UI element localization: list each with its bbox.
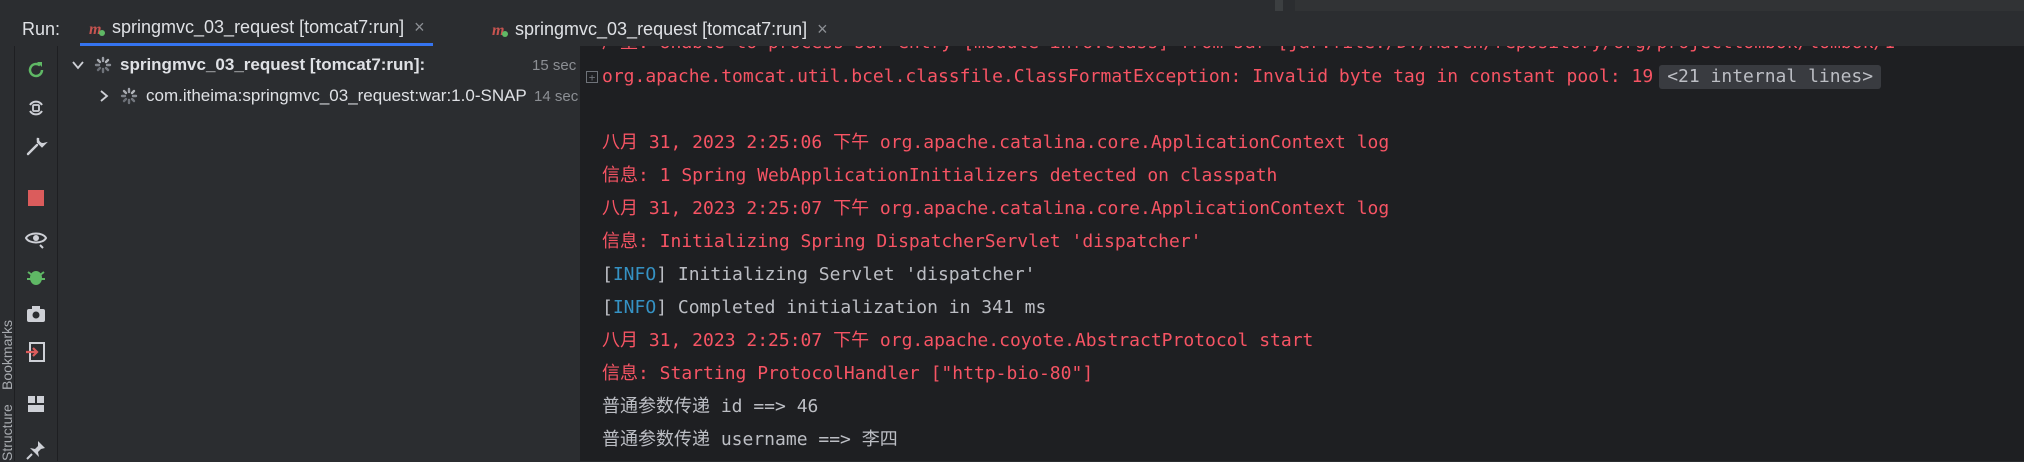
run-tree: springmvc_03_request [tomcat7:run]: 15 s…	[58, 46, 582, 461]
loading-spinner-icon	[120, 87, 138, 105]
close-icon[interactable]: ×	[414, 17, 425, 38]
console-line: 八月 31, 2023 2:25:07 下午 org.apache.catali…	[602, 198, 1390, 219]
tree-child-time: 14 sec	[532, 88, 579, 105]
tree-root-time: 15 sec	[532, 57, 577, 74]
toggle-auto-test-icon[interactable]	[24, 96, 48, 120]
fold-expand-icon[interactable]: +	[586, 71, 598, 83]
info-tag: INFO	[612, 264, 657, 285]
tree-child-row[interactable]: com.itheima:springmvc_03_request:war:1.0…	[96, 82, 526, 110]
run-toolbar	[15, 46, 58, 461]
console-line-cut: 严重: Unable to process Jar entry [module-…	[602, 46, 1895, 56]
tab-label: springmvc_03_request [tomcat7:run]	[112, 17, 405, 37]
bookmarks-side-tab[interactable]: Bookmarks	[0, 320, 15, 390]
rerun-icon[interactable]	[24, 58, 48, 82]
console-line: [INFO] Initializing Servlet 'dispatcher'	[602, 262, 1036, 288]
exception-text: org.apache.tomcat.util.bcel.classfile.Cl…	[602, 66, 1654, 87]
chevron-down-icon[interactable]	[70, 57, 86, 73]
debug-bug-icon[interactable]	[24, 264, 48, 288]
structure-side-tab[interactable]: Structure	[0, 404, 15, 461]
pin-icon[interactable]	[24, 438, 48, 462]
tab-run-config-1[interactable]: m springmvc_03_request [tomcat7:run] ×	[80, 12, 433, 46]
bracket-open: [	[602, 264, 613, 285]
tab-run-config-2[interactable]: m springmvc_03_request [tomcat7:run] ×	[483, 12, 836, 46]
bracket-open: [	[602, 297, 613, 318]
run-tab-bar: Run: m springmvc_03_request [tomcat7:run…	[0, 12, 2024, 47]
line-rest: ] Initializing Servlet 'dispatcher'	[656, 264, 1036, 285]
console-line: 普通参数传递 id ==> 46	[602, 396, 819, 417]
layout-icon[interactable]	[24, 392, 48, 416]
tree-root-row[interactable]: springmvc_03_request [tomcat7:run]:	[70, 51, 425, 79]
console-line: [INFO] Completed initialization in 341 m…	[602, 295, 1046, 321]
info-tag: INFO	[612, 297, 657, 318]
run-label: Run:	[22, 19, 61, 39]
side-tool-strip: Bookmarks Structure	[0, 46, 15, 461]
tree-root-label: springmvc_03_request [tomcat7:run]:	[120, 55, 426, 74]
line-rest: ] Completed initialization in 341 ms	[656, 297, 1047, 318]
console-line: 信息: 1 Spring WebApplicationInitializers …	[602, 165, 1278, 186]
collapsed-internal-lines[interactable]: <21 internal lines>	[1659, 65, 1882, 89]
export-icon[interactable]	[24, 340, 48, 364]
settings-wrench-icon[interactable]	[24, 134, 48, 158]
loading-spinner-icon	[94, 56, 112, 74]
console-line: 普通参数传递 username ==> 李四	[602, 429, 898, 450]
camera-icon[interactable]	[24, 302, 48, 326]
tab-label: springmvc_03_request [tomcat7:run]	[515, 18, 808, 39]
console-line: 八月 31, 2023 2:25:06 下午 org.apache.catali…	[602, 132, 1390, 153]
console-line: 八月 31, 2023 2:25:07 下午 org.apache.coyote…	[602, 330, 1314, 351]
stop-icon[interactable]	[24, 186, 48, 210]
console-exception-line: org.apache.tomcat.util.bcel.classfile.Cl…	[602, 64, 1882, 90]
maven-icon: m	[492, 22, 508, 38]
maven-icon: m	[89, 21, 105, 37]
console-output[interactable]: 严重: Unable to process Jar entry [module-…	[582, 46, 2024, 461]
console-line: 信息: Initializing Spring DispatcherServle…	[602, 231, 1202, 252]
close-icon[interactable]: ×	[817, 19, 828, 40]
console-line: 信息: Starting ProtocolHandler ["http-bio-…	[602, 363, 1094, 384]
eye-icon[interactable]	[24, 226, 48, 250]
tree-child-label: com.itheima:springmvc_03_request:war:1.0…	[146, 86, 526, 105]
chevron-right-icon[interactable]	[96, 88, 112, 104]
